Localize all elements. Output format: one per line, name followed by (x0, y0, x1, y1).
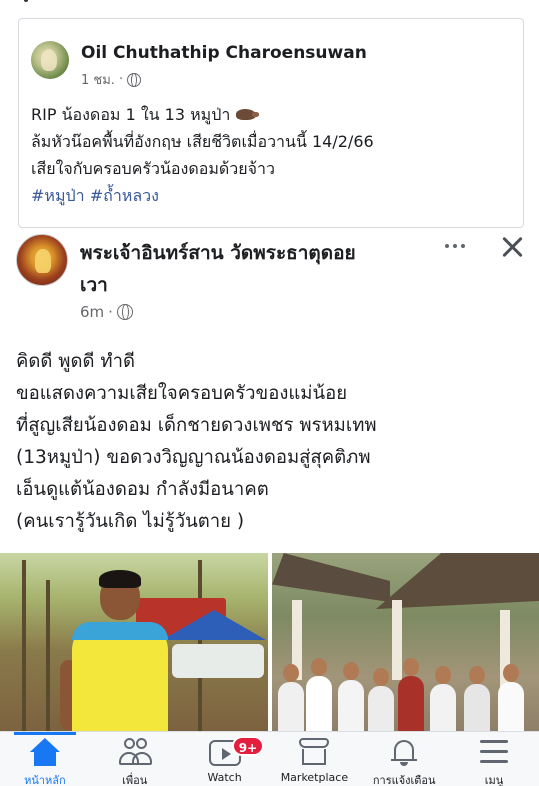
shared-post-meta: 1 ชม. · (81, 69, 142, 90)
previous-post-edge (18, 0, 524, 6)
post-author-avatar[interactable] (16, 234, 68, 286)
person-figure (306, 676, 332, 731)
globe-icon (127, 72, 142, 87)
post-line: ขอแสดงความเสียใจครอบครัวของแม่น้อย (16, 383, 348, 404)
pillar-shape (392, 600, 402, 680)
post-line: (คนเรารู้วันเกิด ไม่รู้วันตาย ) (16, 511, 245, 532)
person-head (311, 658, 327, 676)
menu-icon (480, 740, 509, 764)
person-hair (99, 570, 141, 588)
shared-post-card[interactable]: Oil Chuthathip Charoensuwan 1 ชม. · RIP … (18, 18, 524, 228)
shared-line: RIP น้องดอม 1 ใน 13 หมูป่า (31, 101, 511, 128)
friends-icon (118, 738, 152, 766)
bottom-navigation: หน้าหลัก เพื่อน 9+ Watch Marketplace การ… (0, 731, 539, 786)
person-head (503, 664, 519, 682)
nav-label: เพื่อน (122, 774, 148, 786)
nav-label: การแจ้งเตือน (372, 774, 436, 786)
meta-separator: · (118, 72, 124, 87)
bell-icon (391, 738, 418, 766)
post-time[interactable]: 6m (80, 303, 104, 321)
person-figure (430, 684, 456, 731)
meta-separator: · (108, 303, 113, 321)
nav-friends[interactable]: เพื่อน (90, 732, 180, 786)
car-shape (172, 644, 264, 678)
nav-marketplace[interactable]: Marketplace (269, 732, 359, 786)
more-options-button[interactable] (440, 236, 470, 256)
shared-post-time[interactable]: 1 ชม. (81, 69, 115, 90)
person-head (403, 658, 419, 676)
nav-menu[interactable]: เมนู (449, 732, 539, 786)
person-head (283, 664, 299, 682)
post-meta: 6m · (80, 303, 133, 321)
shared-line: ล้มหัวน๊อคพื้นที่อังกฤษ เสียชีวิตเมื่อวา… (31, 132, 374, 151)
notification-badge: 9+ (231, 736, 265, 756)
nav-home[interactable]: หน้าหลัก (0, 732, 90, 786)
close-icon[interactable] (500, 234, 526, 260)
person-figure (368, 686, 394, 731)
person-shirt (72, 622, 168, 731)
home-icon (30, 738, 60, 766)
person-head (469, 666, 485, 684)
nav-label: หน้าหลัก (24, 774, 66, 786)
post-line: คิดดี พูดดี ทำดี (16, 351, 135, 372)
post-author-name[interactable]: พระเจ้าอินทร์สาน วัดพระธาตุดอย เวา (80, 237, 440, 301)
dot-icon (445, 244, 449, 248)
post-author-name-line2: เวา (80, 274, 108, 296)
nav-label: เมนู (484, 774, 504, 786)
person-head (373, 668, 389, 686)
tree-trunk (46, 580, 50, 731)
tree-trunk (22, 560, 26, 731)
marketplace-icon (299, 738, 330, 766)
person-figure (498, 682, 524, 731)
boar-icon (234, 106, 260, 122)
person-figure (398, 676, 424, 731)
dot-icon (461, 244, 465, 248)
post-line: เอ็นดูแต้น้องดอม กำลังมีอนาคต (16, 479, 269, 500)
globe-icon (116, 304, 133, 320)
person-figure (338, 680, 364, 731)
shared-author-avatar[interactable] (31, 41, 69, 79)
nav-watch[interactable]: 9+ Watch (180, 732, 270, 786)
hashtag-links[interactable]: #หมูป่า #ถ้ำหลวง (31, 182, 511, 209)
post-text: คิดดี พูดดี ทำดี ขอแสดงความเสียใจครอบครั… (16, 346, 526, 538)
nav-label: Watch (207, 771, 242, 784)
person-head (343, 662, 359, 680)
dot-icon (453, 244, 457, 248)
person-figure (278, 682, 304, 731)
shared-line: เสียใจกับครอบครัวน้องดอมด้วยจ้าว (31, 159, 275, 178)
post-line: ที่สูญเสียน้องดอม เด็กชายดวงเพชร พรหมเทพ (16, 415, 377, 436)
person-figure (464, 684, 490, 731)
shared-post-text: RIP น้องดอม 1 ใน 13 หมูป่า ล้มหัวน๊อคพื้… (31, 101, 511, 209)
nav-notifications[interactable]: การแจ้งเตือน (359, 732, 449, 786)
post-author-name-line1: พระเจ้าอินทร์สาน วัดพระธาตุดอย (80, 242, 356, 264)
shared-author-name[interactable]: Oil Chuthathip Charoensuwan (81, 43, 367, 63)
person-head (435, 666, 451, 684)
post-line: (13หมูป่า) ขอดวงวิญญาณน้องดอมสู่สุคติภพ (16, 447, 371, 468)
nav-label: Marketplace (280, 771, 349, 784)
